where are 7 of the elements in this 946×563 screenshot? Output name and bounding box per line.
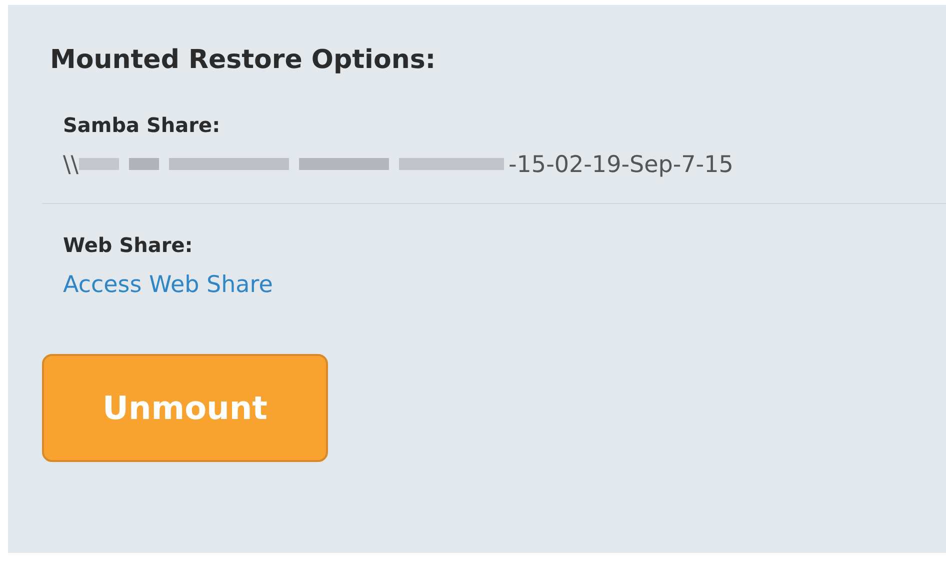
web-share-link[interactable]: Access Web Share	[63, 268, 273, 302]
share-label: Web Share:	[63, 232, 193, 258]
unmount-button[interactable]: Unmount	[42, 354, 328, 462]
share-path-end: -15-02-19-Sep-7-15	[508, 151, 734, 180]
section-title: Mounted Restore Options:	[50, 44, 436, 77]
share-path-start: \\	[63, 151, 78, 180]
share-label: Samba Share:	[63, 112, 220, 139]
